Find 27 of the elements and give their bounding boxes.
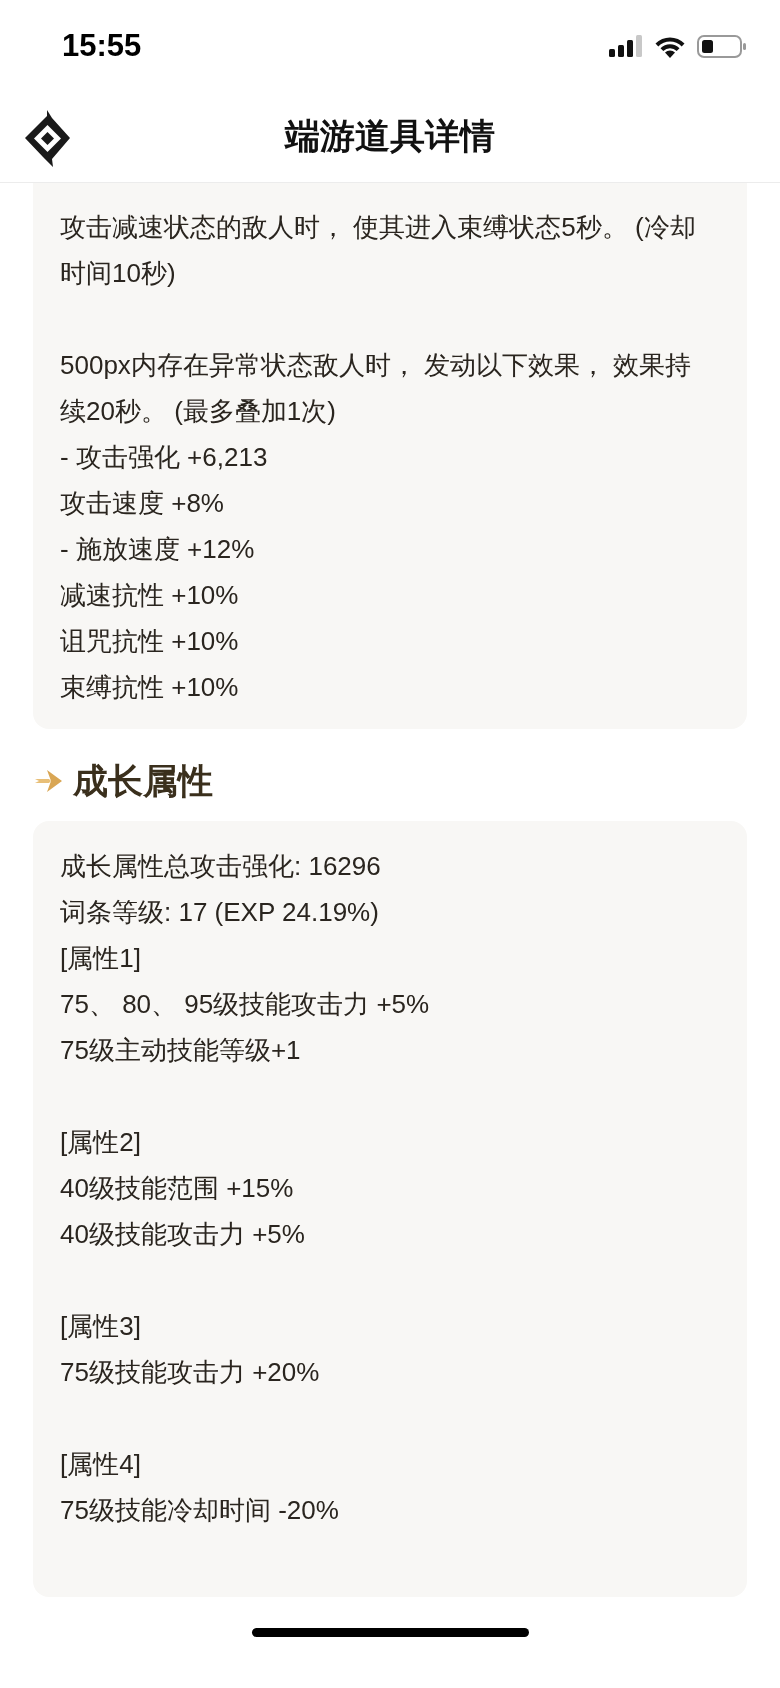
status-time: 15:55 — [62, 29, 142, 61]
stat-text: [属性4] — [60, 1448, 142, 1481]
stat-text: 成长属性总攻击强化: 16296 — [60, 850, 382, 883]
effect-text: 攻击速度 +8% — [60, 487, 225, 520]
battery-icon — [697, 34, 746, 58]
effect-text: - 攻击强化 +6,213 — [60, 441, 269, 474]
stat-text: [属性2] — [60, 1126, 142, 1159]
stat-text: 75级主动技能等级+1 — [60, 1034, 302, 1067]
effect-text: 攻击减速状态的敌人时， 使其进入束缚状态5秒。 (冷却时间10秒) — [60, 211, 697, 290]
stat-text: 40级技能攻击力 +5% — [60, 1218, 306, 1251]
effect-text: - 施放速度 +12% — [60, 533, 256, 566]
stat-text: 40级技能范围 +15% — [60, 1172, 295, 1205]
stat-text: [属性3] — [60, 1310, 142, 1343]
effect-text: 束缚抗性 +10% — [60, 671, 240, 704]
section-heading: 成长属性 — [73, 763, 213, 798]
effect-text: 500px内存在异常状态敌人时， 发动以下效果， 效果持续20秒。 (最多叠加1次) — [60, 349, 693, 428]
effect-text: 减速抗性 +10% — [60, 579, 240, 612]
signal-icon — [609, 35, 643, 57]
stat-text: [属性1] — [60, 942, 142, 975]
page-title: 端游道具详情 — [285, 114, 495, 157]
stat-text: 词条等级: 17 (EXP 24.19%) — [60, 896, 380, 929]
effect-text: 诅咒抗性 +10% — [60, 625, 240, 658]
stat-text: 75级技能攻击力 +20% — [60, 1356, 321, 1389]
arrow-icon — [35, 769, 62, 792]
stat-text: 75级技能冷却时间 -20% — [60, 1494, 340, 1527]
stat-text: 75、 80、 95级技能攻击力 +5% — [60, 988, 431, 1021]
diamond-logo-icon — [25, 110, 70, 167]
